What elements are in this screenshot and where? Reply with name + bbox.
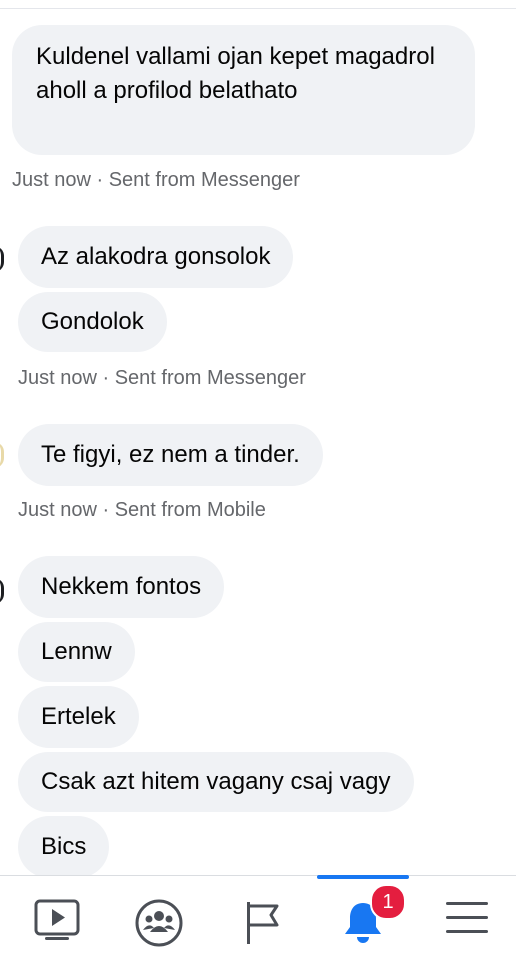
message-text: Gondolok	[41, 308, 144, 335]
bottom-nav-bar	[0, 875, 516, 961]
message-bubble[interactable]: Ertelek	[18, 686, 139, 748]
message-text: Bics	[41, 833, 87, 860]
message-meta: Just now · Sent from Mobile	[18, 499, 266, 521]
message-bubble[interactable]: Gondolok	[18, 292, 167, 352]
message-bubble[interactable]: Lennw	[18, 622, 135, 682]
sender-avatar[interactable]	[0, 578, 4, 604]
sender-avatar[interactable]	[0, 246, 4, 272]
nav-menu-tab[interactable]	[422, 876, 512, 961]
message-text: Lennw	[41, 638, 112, 665]
message-text: Kuldenel vallami ojan kepet magadrol aho…	[36, 43, 435, 104]
message-bubble[interactable]: Csak azt hitem vagany csaj vagy	[18, 752, 414, 812]
message-text: Az alakodra gonsolok	[41, 243, 271, 270]
message-text: Nekkem fontos	[41, 573, 202, 600]
groups-icon	[135, 899, 183, 947]
message-meta: Just now · Sent from Messenger	[12, 169, 300, 191]
video-icon	[34, 899, 80, 940]
top-divider	[0, 8, 516, 9]
notification-count-badge: 1	[370, 884, 406, 920]
pages-flag-icon	[247, 902, 279, 944]
message-bubble[interactable]: Bics	[18, 816, 110, 878]
message-bubble[interactable]: Te figyi, ez nem a tinder.	[18, 424, 323, 486]
message-meta: Just now · Sent from Messenger	[18, 367, 306, 389]
message-bubble[interactable]: Kuldenel vallami ojan kepet magadrol aho…	[12, 25, 475, 155]
message-text: Csak azt hitem vagany csaj vagy	[41, 768, 391, 795]
nav-video-tab[interactable]	[12, 876, 102, 961]
sender-avatar[interactable]	[0, 442, 4, 468]
menu-icon	[446, 902, 488, 933]
message-bubble[interactable]: Az alakodra gonsolok	[18, 226, 294, 288]
message-bubble[interactable]: Nekkem fontos	[18, 556, 225, 618]
message-text: Ertelek	[41, 703, 116, 730]
nav-groups-tab[interactable]	[114, 876, 204, 961]
message-text: Te figyi, ez nem a tinder.	[41, 441, 300, 468]
nav-pages-tab[interactable]	[218, 876, 308, 961]
